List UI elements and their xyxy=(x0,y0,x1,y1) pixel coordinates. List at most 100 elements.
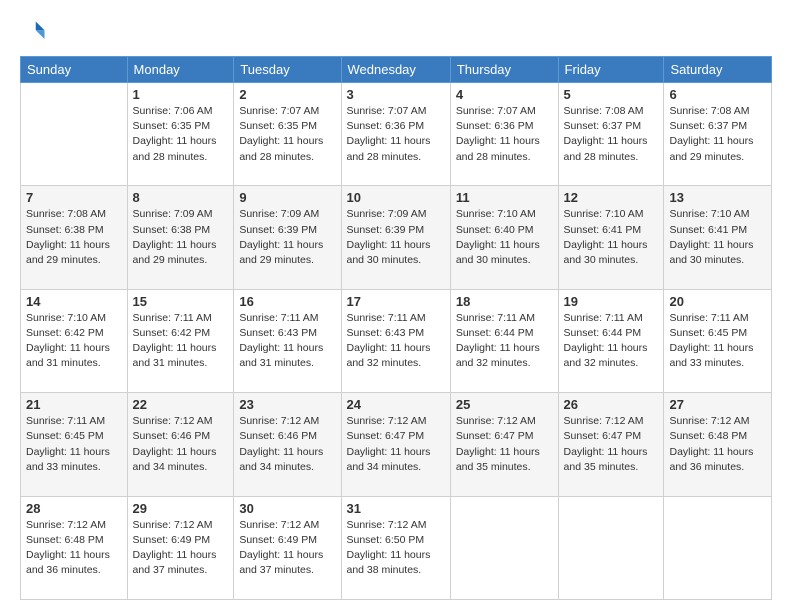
day-info: Sunrise: 7:12 AM Sunset: 6:47 PM Dayligh… xyxy=(347,414,445,475)
calendar-cell: 4 Sunrise: 7:07 AM Sunset: 6:36 PM Daylig… xyxy=(450,83,558,186)
calendar-cell: 9 Sunrise: 7:09 AM Sunset: 6:39 PM Daylig… xyxy=(234,186,341,289)
weekday-header-monday: Monday xyxy=(127,57,234,83)
day-info: Sunrise: 7:10 AM Sunset: 6:41 PM Dayligh… xyxy=(564,207,659,268)
day-info: Sunrise: 7:10 AM Sunset: 6:40 PM Dayligh… xyxy=(456,207,553,268)
calendar-cell: 3 Sunrise: 7:07 AM Sunset: 6:36 PM Daylig… xyxy=(341,83,450,186)
day-info: Sunrise: 7:11 AM Sunset: 6:43 PM Dayligh… xyxy=(347,311,445,372)
day-number: 26 xyxy=(564,397,659,412)
day-number: 1 xyxy=(133,87,229,102)
page: SundayMondayTuesdayWednesdayThursdayFrid… xyxy=(0,0,792,612)
calendar-cell: 16 Sunrise: 7:11 AM Sunset: 6:43 PM Dayli… xyxy=(234,289,341,392)
calendar-cell: 12 Sunrise: 7:10 AM Sunset: 6:41 PM Dayli… xyxy=(558,186,664,289)
calendar-cell: 1 Sunrise: 7:06 AM Sunset: 6:35 PM Daylig… xyxy=(127,83,234,186)
day-info: Sunrise: 7:10 AM Sunset: 6:41 PM Dayligh… xyxy=(669,207,766,268)
calendar-cell: 24 Sunrise: 7:12 AM Sunset: 6:47 PM Dayli… xyxy=(341,393,450,496)
day-info: Sunrise: 7:12 AM Sunset: 6:46 PM Dayligh… xyxy=(133,414,229,475)
day-number: 16 xyxy=(239,294,335,309)
calendar-cell xyxy=(21,83,128,186)
calendar-cell: 15 Sunrise: 7:11 AM Sunset: 6:42 PM Dayli… xyxy=(127,289,234,392)
day-info: Sunrise: 7:08 AM Sunset: 6:38 PM Dayligh… xyxy=(26,207,122,268)
day-number: 4 xyxy=(456,87,553,102)
day-info: Sunrise: 7:12 AM Sunset: 6:49 PM Dayligh… xyxy=(239,518,335,579)
day-number: 5 xyxy=(564,87,659,102)
logo xyxy=(20,18,52,46)
calendar-cell: 25Sunrise: 7:12 AM Sunset: 6:47 PM Dayli… xyxy=(450,393,558,496)
calendar-cell: 27 Sunrise: 7:12 AM Sunset: 6:48 PM Dayli… xyxy=(664,393,772,496)
day-info: Sunrise: 7:11 AM Sunset: 6:42 PM Dayligh… xyxy=(133,311,229,372)
day-info: Sunrise: 7:12 AM Sunset: 6:48 PM Dayligh… xyxy=(669,414,766,475)
day-number: 3 xyxy=(347,87,445,102)
calendar-cell: 8Sunrise: 7:09 AM Sunset: 6:38 PM Daylig… xyxy=(127,186,234,289)
day-info: Sunrise: 7:09 AM Sunset: 6:39 PM Dayligh… xyxy=(347,207,445,268)
day-number: 2 xyxy=(239,87,335,102)
day-info: Sunrise: 7:07 AM Sunset: 6:36 PM Dayligh… xyxy=(456,104,553,165)
calendar-week-3: 14 Sunrise: 7:10 AM Sunset: 6:42 PM Dayli… xyxy=(21,289,772,392)
day-number: 17 xyxy=(347,294,445,309)
day-info: Sunrise: 7:11 AM Sunset: 6:45 PM Dayligh… xyxy=(26,414,122,475)
day-number: 10 xyxy=(347,190,445,205)
weekday-header-sunday: Sunday xyxy=(21,57,128,83)
day-number: 14 xyxy=(26,294,122,309)
day-info: Sunrise: 7:11 AM Sunset: 6:44 PM Dayligh… xyxy=(564,311,659,372)
day-number: 22 xyxy=(133,397,229,412)
calendar-cell: 22 Sunrise: 7:12 AM Sunset: 6:46 PM Dayli… xyxy=(127,393,234,496)
header xyxy=(20,18,772,46)
calendar-cell: 7 Sunrise: 7:08 AM Sunset: 6:38 PM Daylig… xyxy=(21,186,128,289)
weekday-header-thursday: Thursday xyxy=(450,57,558,83)
weekday-header-saturday: Saturday xyxy=(664,57,772,83)
day-number: 15 xyxy=(133,294,229,309)
day-number: 28 xyxy=(26,501,122,516)
day-number: 21 xyxy=(26,397,122,412)
weekday-header-tuesday: Tuesday xyxy=(234,57,341,83)
calendar-cell: 26 Sunrise: 7:12 AM Sunset: 6:47 PM Dayli… xyxy=(558,393,664,496)
day-number: 13 xyxy=(669,190,766,205)
day-info: Sunrise: 7:11 AM Sunset: 6:44 PM Dayligh… xyxy=(456,311,553,372)
day-number: 19 xyxy=(564,294,659,309)
day-info: Sunrise: 7:07 AM Sunset: 6:35 PM Dayligh… xyxy=(239,104,335,165)
calendar-cell xyxy=(558,496,664,599)
day-info: Sunrise: 7:08 AM Sunset: 6:37 PM Dayligh… xyxy=(564,104,659,165)
day-info: Sunrise: 7:12 AM Sunset: 6:48 PM Dayligh… xyxy=(26,518,122,579)
day-number: 31 xyxy=(347,501,445,516)
calendar-cell: 31 Sunrise: 7:12 AM Sunset: 6:50 PM Dayli… xyxy=(341,496,450,599)
day-number: 24 xyxy=(347,397,445,412)
day-number: 7 xyxy=(26,190,122,205)
calendar-cell: 20 Sunrise: 7:11 AM Sunset: 6:45 PM Dayli… xyxy=(664,289,772,392)
day-info: Sunrise: 7:12 AM Sunset: 6:49 PM Dayligh… xyxy=(133,518,229,579)
logo-icon xyxy=(20,18,48,46)
day-info: Sunrise: 7:06 AM Sunset: 6:35 PM Dayligh… xyxy=(133,104,229,165)
day-info: Sunrise: 7:08 AM Sunset: 6:37 PM Dayligh… xyxy=(669,104,766,165)
day-number: 20 xyxy=(669,294,766,309)
day-info: Sunrise: 7:11 AM Sunset: 6:43 PM Dayligh… xyxy=(239,311,335,372)
calendar-cell: 5 Sunrise: 7:08 AM Sunset: 6:37 PM Daylig… xyxy=(558,83,664,186)
calendar-table: SundayMondayTuesdayWednesdayThursdayFrid… xyxy=(20,56,772,600)
day-number: 6 xyxy=(669,87,766,102)
weekday-header-row: SundayMondayTuesdayWednesdayThursdayFrid… xyxy=(21,57,772,83)
day-number: 27 xyxy=(669,397,766,412)
calendar-cell: 29Sunrise: 7:12 AM Sunset: 6:49 PM Dayli… xyxy=(127,496,234,599)
calendar-cell xyxy=(664,496,772,599)
calendar-cell: 21 Sunrise: 7:11 AM Sunset: 6:45 PM Dayli… xyxy=(21,393,128,496)
day-info: Sunrise: 7:12 AM Sunset: 6:47 PM Dayligh… xyxy=(564,414,659,475)
day-info: Sunrise: 7:07 AM Sunset: 6:36 PM Dayligh… xyxy=(347,104,445,165)
calendar-cell: 23 Sunrise: 7:12 AM Sunset: 6:46 PM Dayli… xyxy=(234,393,341,496)
day-number: 9 xyxy=(239,190,335,205)
day-number: 23 xyxy=(239,397,335,412)
day-info: Sunrise: 7:11 AM Sunset: 6:45 PM Dayligh… xyxy=(669,311,766,372)
weekday-header-friday: Friday xyxy=(558,57,664,83)
calendar-cell: 2 Sunrise: 7:07 AM Sunset: 6:35 PM Daylig… xyxy=(234,83,341,186)
weekday-header-wednesday: Wednesday xyxy=(341,57,450,83)
calendar-cell: 6 Sunrise: 7:08 AM Sunset: 6:37 PM Daylig… xyxy=(664,83,772,186)
calendar-cell xyxy=(450,496,558,599)
day-info: Sunrise: 7:12 AM Sunset: 6:50 PM Dayligh… xyxy=(347,518,445,579)
day-number: 12 xyxy=(564,190,659,205)
calendar-cell: 11 Sunrise: 7:10 AM Sunset: 6:40 PM Dayli… xyxy=(450,186,558,289)
day-number: 11 xyxy=(456,190,553,205)
day-info: Sunrise: 7:09 AM Sunset: 6:38 PM Dayligh… xyxy=(133,207,229,268)
day-info: Sunrise: 7:09 AM Sunset: 6:39 PM Dayligh… xyxy=(239,207,335,268)
day-info: Sunrise: 7:10 AM Sunset: 6:42 PM Dayligh… xyxy=(26,311,122,372)
calendar-week-2: 7 Sunrise: 7:08 AM Sunset: 6:38 PM Daylig… xyxy=(21,186,772,289)
day-info: Sunrise: 7:12 AM Sunset: 6:47 PM Dayligh… xyxy=(456,414,553,475)
day-info: Sunrise: 7:12 AM Sunset: 6:46 PM Dayligh… xyxy=(239,414,335,475)
calendar-cell: 14 Sunrise: 7:10 AM Sunset: 6:42 PM Dayli… xyxy=(21,289,128,392)
